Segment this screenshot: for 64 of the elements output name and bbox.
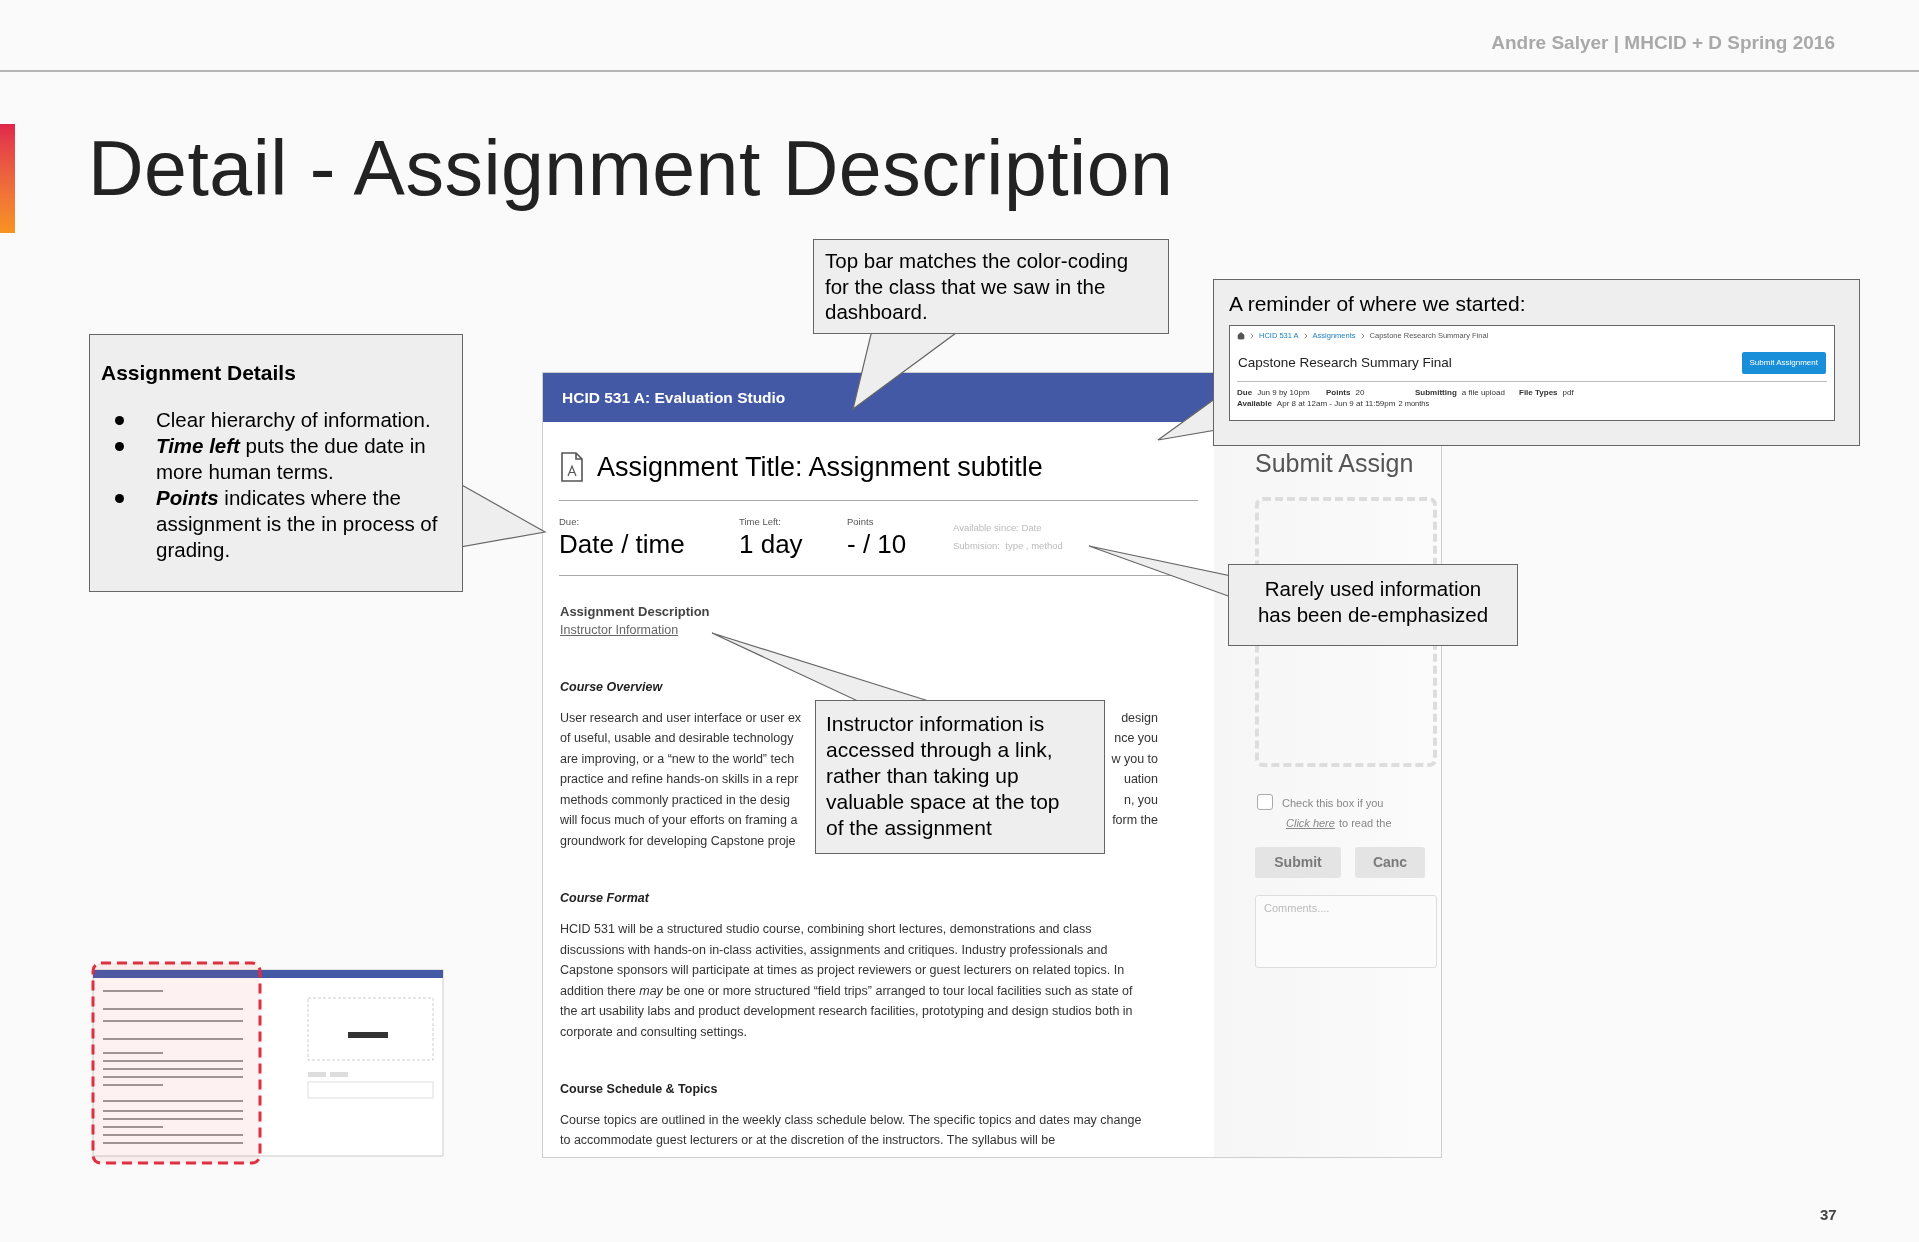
section-heading: Assignment Description: [560, 602, 711, 621]
meta-label: Time Left:: [739, 514, 782, 529]
section-heading: Course Schedule & Topics: [560, 1081, 719, 1098]
paragraph-line: groundwork for developing Capstone proje: [560, 832, 796, 850]
paragraph-line: are improving, or a “new to the world” tech: [560, 750, 795, 768]
terms-link[interactable]: Click here: [1286, 812, 1335, 833]
paragraph-line: of useful, usable and desirable technology: [560, 730, 794, 748]
paragraph-line: form the: [1112, 812, 1158, 830]
meta-label: Points: [847, 514, 875, 529]
panel-title: Submit Assign: [1255, 448, 1415, 479]
detail-value: 20: [1355, 387, 1365, 399]
paragraph-line: n, you: [1123, 791, 1158, 809]
bullet-text: Points indicates where the assignment is the in process of grading.: [156, 484, 439, 563]
callout-text: Top bar matches the color-coding for the class that we saw in the dashboard.: [824, 248, 1130, 325]
paragraph-line: w you to: [1111, 750, 1158, 768]
paragraph-line: User research and user interface or user ex: [560, 709, 802, 727]
detail-value: pdf: [1562, 387, 1574, 399]
paragraph-line: nce you: [1114, 730, 1158, 748]
meta-label: Due:: [559, 514, 581, 529]
bullet-text: Time left puts the due date in more human terms.: [156, 432, 427, 485]
detail-value: a file upload: [1461, 387, 1505, 399]
bullet-text: Clear hierarchy of information.: [156, 406, 431, 433]
meta-value: Date / time: [559, 528, 686, 559]
detail-label: Points: [1326, 387, 1351, 399]
document-icon: [561, 452, 583, 483]
instructor-link[interactable]: Instructor Information: [560, 621, 679, 640]
bullet-icon: [115, 442, 124, 451]
section-heading: Course Format: [560, 890, 651, 908]
home-icon[interactable]: [1237, 331, 1245, 340]
terms-text: to read the: [1338, 815, 1392, 831]
callout-text: Rarely used information has been de-emphasized: [1256, 576, 1490, 628]
paragraph-line: design: [1121, 709, 1158, 727]
meta-value: - / 10: [847, 528, 908, 559]
callout-heading: Assignment Details: [101, 360, 297, 386]
paragraph-line: will focus much of your efforts on framing a: [560, 812, 798, 830]
meta-value: 1 day: [739, 528, 804, 559]
agree-checkbox[interactable]: [1257, 793, 1273, 810]
course-name: HCID 531 A: Evaluation Studio: [562, 387, 786, 408]
bullet-icon: [115, 494, 124, 503]
callout-text: A reminder of where we started:: [1229, 291, 1527, 317]
paragraph-line: methods commonly practiced in the desig: [560, 791, 790, 809]
paragraph-line: practice and refine hands-on skills in a repr: [560, 771, 799, 789]
chevron-icon: [1248, 331, 1256, 340]
callout-text: Instructor information is accessed through a link, rather than taking up valuable space at the top of the assignment: [826, 711, 1061, 841]
paragraph: Course topics are outlined in the weekly class schedule below. The specific topics and dates may change to accommodate guest lecturers or at the discretion of the instructors. The syllabus will be: [560, 1111, 1142, 1150]
detail-label: Available: [1237, 398, 1272, 410]
detail-label: Due: [1237, 387, 1253, 399]
detail-label: File Types: [1519, 387, 1558, 399]
page-number: 37: [1820, 1205, 1837, 1225]
paragraph: HCID 531 will be a structured studio course, combining short lectures, demonstrations and class discussions with hands-on in-class activities, assignments and critiques. Industry professionals and Capstone sponsors will participate at times as project reviewers or guest lecturers on related topics. In addition there may be one or more structured “field trips” arranged to tour local facilities such as state of the art usability labs and product development research facilities, prototyping and design studios both in corporate and consulting settings.: [560, 921, 1134, 1041]
section-heading: Course Overview: [560, 679, 664, 696]
bullet-icon: [115, 416, 124, 425]
author-credit: Andre Salyer | MHCID + D Spring 2016: [1491, 33, 1835, 52]
secondary-meta: Submision: type , method: [953, 538, 1063, 553]
comments-field[interactable]: Comments....: [1255, 894, 1437, 968]
detail-value: Jun 9 by 10pm: [1257, 387, 1310, 399]
detail-value: Apr 8 at 12am - Jun 9 at 11:59pm: [1276, 398, 1396, 410]
paragraph-line: uation: [1123, 771, 1158, 789]
secondary-meta: Available since: Date: [953, 520, 1043, 535]
detail-label: Submitting: [1415, 387, 1457, 399]
assignment-title: Assignment Title: Assignment subtitle: [597, 451, 1043, 484]
agree-label: Check this box if you: [1282, 795, 1385, 811]
submit-assignment-button[interactable]: Submit Assignment: [1741, 352, 1826, 375]
reminder-title: Capstone Research Summary Final: [1237, 354, 1452, 373]
